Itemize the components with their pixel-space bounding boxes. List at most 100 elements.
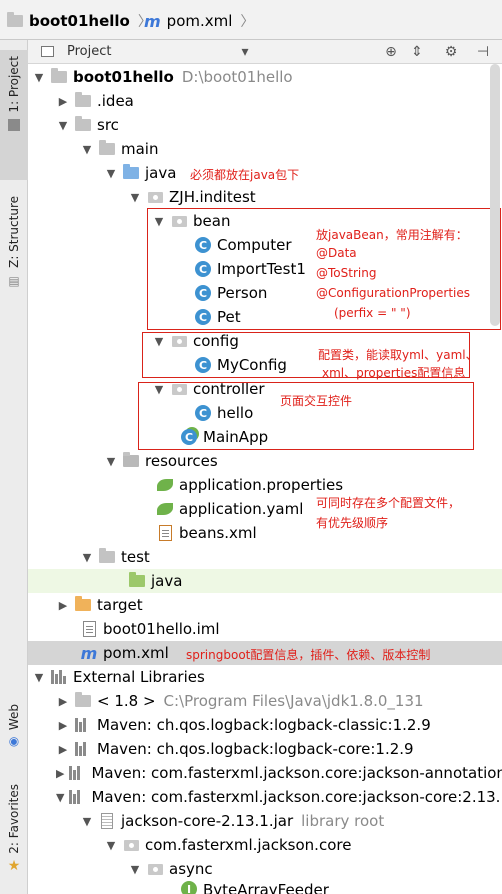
folder-icon xyxy=(98,548,116,565)
tree-item-external-libraries[interactable]: ▼ External Libraries xyxy=(28,665,502,689)
expand-arrow-icon[interactable]: ▼ xyxy=(80,550,94,564)
tree-item-maven-lib[interactable]: ▼ Maven: com.fasterxml.jackson.core:jack… xyxy=(28,785,502,809)
note-pom: springboot配置信息，插件、依赖、版本控制 xyxy=(186,648,431,662)
resources-folder-icon xyxy=(122,452,140,469)
project-view-icon xyxy=(38,44,56,60)
interface-icon: I xyxy=(180,881,198,894)
folder-icon xyxy=(74,92,92,109)
structure-tool-tab[interactable]: Z: Structure ▤ xyxy=(0,190,28,310)
expand-arrow-icon[interactable]: ▼ xyxy=(56,118,70,132)
library-icon xyxy=(68,789,86,805)
expand-arrow-icon[interactable]: ▼ xyxy=(104,166,118,180)
note-bean-3: @ToString xyxy=(316,266,377,280)
project-panel-header: Project ▾ ⊕ ⇕ ⚙ ⊣ xyxy=(28,40,502,64)
breadcrumb-item-file[interactable]: m pom.xml 〉 xyxy=(144,9,254,33)
expand-arrow-icon[interactable]: ▼ xyxy=(80,814,94,828)
expand-arrow-icon[interactable]: ▼ xyxy=(104,838,118,852)
collapse-arrow-icon[interactable]: ▶ xyxy=(56,94,70,108)
library-icon xyxy=(74,741,92,757)
tree-item-test-java[interactable]: java xyxy=(28,569,502,593)
note-config-1: 配置类，能读取yml、yaml、 xyxy=(318,348,478,362)
folder-icon xyxy=(98,140,116,157)
vertical-scrollbar[interactable] xyxy=(490,64,500,326)
spring-leaf-icon xyxy=(156,501,174,517)
settings-gear-icon[interactable]: ⚙ xyxy=(442,43,460,61)
tree-item-jar[interactable]: ▼ jackson-core-2.13.1.jar library root xyxy=(28,809,502,833)
jdk-folder-icon xyxy=(74,692,92,709)
web-icon: ◉ xyxy=(8,734,20,749)
module-file-icon xyxy=(80,621,98,637)
maven-icon: m xyxy=(80,643,98,663)
note-bean-4: @ConfigurationProperties xyxy=(316,286,471,300)
library-icon xyxy=(68,765,86,781)
collapse-arrow-icon[interactable]: ▶ xyxy=(56,742,70,756)
note-resources-2: 有优先级顺序 xyxy=(316,516,389,530)
expand-arrow-icon[interactable]: ▼ xyxy=(32,70,46,84)
expand-arrow-icon[interactable]: ▼ xyxy=(80,142,94,156)
tree-item-iml[interactable]: boot01hello.iml xyxy=(28,617,502,641)
tree-item-target[interactable]: ▶ target xyxy=(28,593,502,617)
tree-item-test[interactable]: ▼ test xyxy=(28,545,502,569)
spring-leaf-icon xyxy=(156,477,174,493)
tree-item-partial[interactable]: I ByteArrayFeeder xyxy=(28,881,502,894)
note-bean-1: 放javaBean，常用注解有： xyxy=(316,228,468,242)
note-controller: 页面交互控件 xyxy=(280,394,353,408)
tree-item-src[interactable]: ▼ src xyxy=(28,113,502,137)
package-icon xyxy=(146,861,164,877)
note-java: 必须都放在java包下 xyxy=(190,168,300,182)
library-icon xyxy=(74,717,92,733)
project-tree: ▼ boot01hello D:\boot01hello ▶ .idea ▼ s… xyxy=(28,64,502,894)
tree-item-package[interactable]: ▼ ZJH.inditest xyxy=(28,185,502,209)
folder-icon xyxy=(6,12,24,29)
module-folder-icon xyxy=(50,68,68,85)
source-folder-icon xyxy=(122,164,140,181)
navigation-breadcrumb: boot01hello 〉 m pom.xml 〉 xyxy=(0,0,502,40)
project-tool-tab[interactable]: 1: Project xyxy=(0,50,28,180)
tree-item-beans-xml[interactable]: beans.xml xyxy=(28,521,502,545)
note-resources-1: 可同时存在多个配置文件， xyxy=(316,496,461,510)
expand-arrow-icon[interactable]: ▼ xyxy=(128,190,142,204)
tree-item-root[interactable]: ▼ boot01hello D:\boot01hello xyxy=(28,65,502,89)
tree-item-maven-lib[interactable]: ▶ Maven: ch.qos.logback:logback-classic:… xyxy=(28,713,502,737)
expand-arrow-icon[interactable]: ▼ xyxy=(32,670,46,684)
tree-item-async[interactable]: ▼ async xyxy=(28,857,502,881)
tool-window-strip: 1: Project Z: Structure ▤ Web ◉ 2: Favor… xyxy=(0,40,28,894)
folder-icon xyxy=(74,116,92,133)
expand-arrow-icon[interactable]: ▼ xyxy=(104,454,118,468)
package-icon xyxy=(122,837,140,853)
tree-item-jdk[interactable]: ▶ < 1.8 > C:\Program Files\Java\jdk1.8.0… xyxy=(28,689,502,713)
chevron-right-icon: 〉 xyxy=(240,14,255,30)
project-icon xyxy=(8,118,20,131)
hide-panel-icon[interactable]: ⊣ xyxy=(474,43,492,61)
libraries-icon xyxy=(50,669,68,685)
structure-icon: ▤ xyxy=(8,273,20,288)
jar-icon xyxy=(98,813,116,829)
collapse-all-icon[interactable]: ⇕ xyxy=(408,43,426,61)
test-folder-icon xyxy=(128,572,146,589)
note-bean-5: (perfix = " ") xyxy=(334,306,411,320)
xml-file-icon xyxy=(156,525,174,541)
package-icon xyxy=(146,189,164,205)
collapse-arrow-icon[interactable]: ▶ xyxy=(56,766,64,780)
note-bean-2: @Data xyxy=(316,246,357,260)
tree-item-idea[interactable]: ▶ .idea xyxy=(28,89,502,113)
breadcrumb-item-project[interactable]: boot01hello 〉 xyxy=(6,9,152,33)
favorites-tool-tab[interactable]: 2: Favorites ★ xyxy=(0,780,28,890)
tree-item-main[interactable]: ▼ main xyxy=(28,137,502,161)
tree-item-maven-lib[interactable]: ▶ Maven: com.fasterxml.jackson.core:jack… xyxy=(28,761,502,785)
locate-icon[interactable]: ⊕ xyxy=(382,43,400,61)
excluded-folder-icon xyxy=(74,596,92,613)
note-config-2: xml、properties配置信息 xyxy=(322,366,466,380)
tree-item-resources[interactable]: ▼ resources xyxy=(28,449,502,473)
expand-arrow-icon[interactable]: ▼ xyxy=(128,862,142,876)
star-icon: ★ xyxy=(7,857,21,874)
tree-item-jar-package[interactable]: ▼ com.fasterxml.jackson.core xyxy=(28,833,502,857)
tree-item-maven-lib[interactable]: ▶ Maven: ch.qos.logback:logback-core:1.2… xyxy=(28,737,502,761)
expand-arrow-icon[interactable]: ▼ xyxy=(56,790,64,804)
view-dropdown-icon[interactable]: ▾ xyxy=(236,43,254,61)
maven-icon: m xyxy=(144,11,161,31)
collapse-arrow-icon[interactable]: ▶ xyxy=(56,694,70,708)
collapse-arrow-icon[interactable]: ▶ xyxy=(56,598,70,612)
web-tool-tab[interactable]: Web ◉ xyxy=(0,700,28,760)
collapse-arrow-icon[interactable]: ▶ xyxy=(56,718,70,732)
